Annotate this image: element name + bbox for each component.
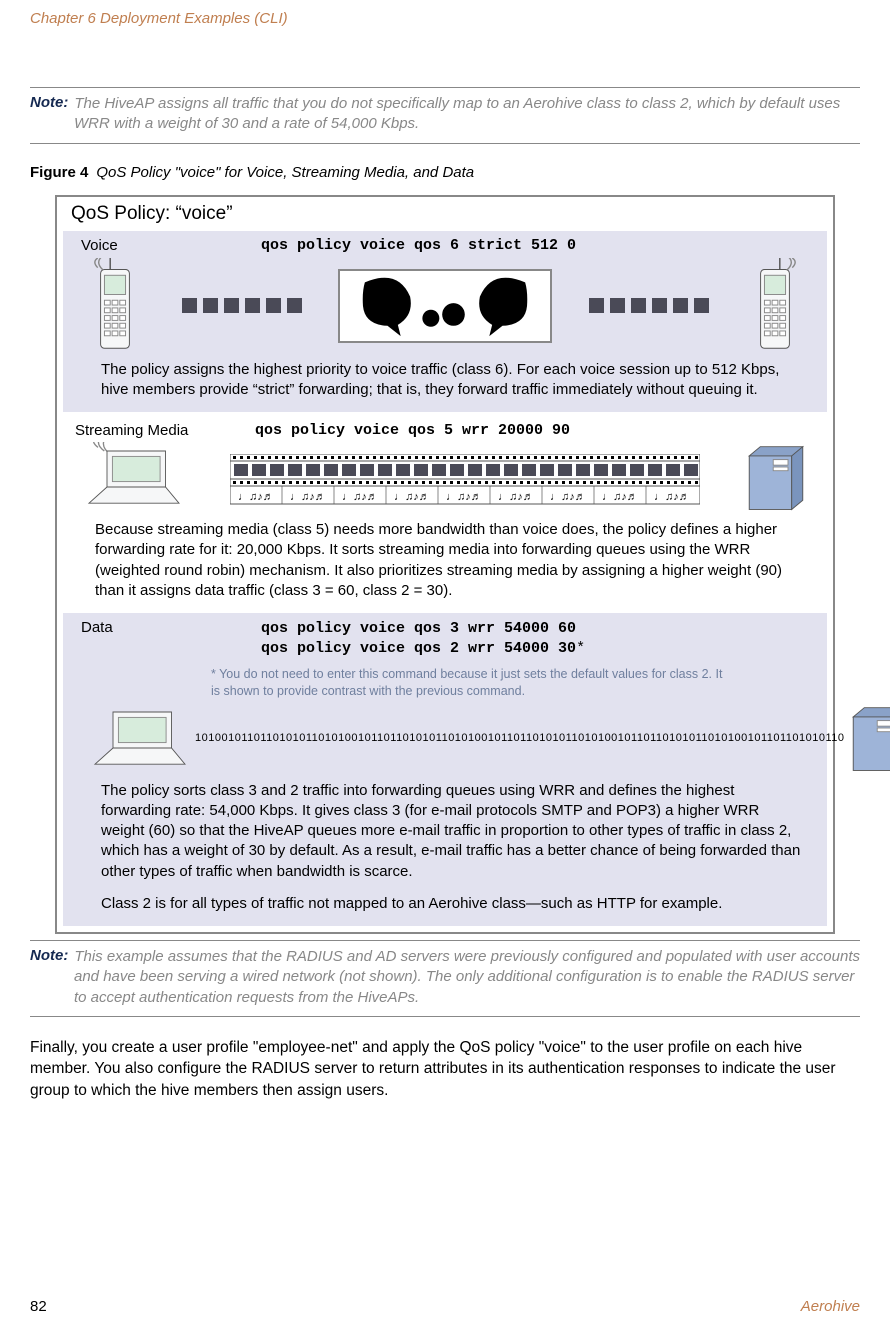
cellphone-icon: [85, 258, 145, 354]
voice-graphic-row: [81, 258, 809, 354]
svg-text:♩♫♪♬: ♩♫♪♬: [498, 491, 534, 503]
data-body-1: The policy sorts class 3 and 2 traffic i…: [81, 779, 809, 882]
laptop-icon-2: [85, 705, 195, 775]
svg-text:♩♫♪♬: ♩♫♪♬: [446, 491, 482, 503]
voice-header: Voice qos policy voice qos 6 strict 512 …: [81, 237, 809, 254]
streaming-graphic-row: ♩♫♪♬ ♩♫♪♬ ♩♫♪♬ ♩♫♪♬ ♩♫♪♬ ♩♫♪♬ ♩♫♪♬ ♩♫♪♬ ♩♫♪♬: [75, 444, 815, 514]
film-strip-icon: ♩♫♪♬ ♩♫♪♬ ♩♫♪♬ ♩♫♪♬ ♩♫♪♬ ♩♫♪♬ ♩♫♪♬ ♩♫♪♬ ♩♫♪♬: [230, 454, 700, 504]
figure-box: QoS Policy: “voice” Voice qos policy voi…: [55, 195, 835, 935]
talking-heads-icon: [338, 269, 552, 343]
binary-stream: 1010010110110101011010100101101101010110…: [195, 728, 845, 752]
chapter-header: Chapter 6 Deployment Examples (CLI): [30, 10, 860, 27]
data-command-1: qos policy voice qos 3 wrr 54000 60: [261, 619, 809, 639]
streaming-header: Streaming Media qos policy voice qos 5 w…: [75, 422, 815, 440]
figure-caption: Figure 4 QoS Policy "voice" for Voice, St…: [30, 164, 860, 181]
laptop-icon: [79, 444, 189, 514]
svg-text:♩♫♪♬: ♩♫♪♬: [550, 491, 586, 503]
asterisk: *: [576, 640, 585, 657]
voice-label: Voice: [81, 237, 261, 254]
note-box-1: Note: The HiveAP assigns all traffic tha…: [30, 87, 860, 144]
traffic-dashes-right: [589, 298, 709, 313]
page-footer: 82 Aerohive: [30, 1298, 860, 1315]
data-body-2: Class 2 is for all types of traffic not …: [81, 892, 809, 914]
section-voice: Voice qos policy voice qos 6 strict 512 …: [63, 231, 827, 413]
data-graphic-row: 1010010110110101011010100101101101010110…: [81, 705, 809, 775]
footer-brand: Aerohive: [801, 1298, 860, 1315]
data-label: Data: [81, 619, 261, 636]
section-data: Data qos policy voice qos 3 wrr 54000 60…: [63, 613, 827, 926]
note-label: Note:: [30, 94, 68, 111]
note-box-2: Note: This example assumes that the RADI…: [30, 940, 860, 1017]
section-streaming: Streaming Media qos policy voice qos 5 w…: [57, 416, 833, 613]
traffic-dashes-left: [182, 298, 302, 313]
closing-paragraph: Finally, you create a user profile "empl…: [30, 1037, 860, 1102]
voice-body: The policy assigns the highest priority …: [81, 358, 809, 401]
data-footnote: * You do not need to enter this command …: [211, 666, 731, 701]
svg-text:♩♫♪♬: ♩♫♪♬: [238, 491, 274, 503]
note-text-2: This example assumes that the RADIUS and…: [74, 947, 860, 1008]
server-icon-2: [845, 705, 890, 775]
cellphone-icon-right: [745, 258, 805, 354]
figure-number: Figure 4: [30, 164, 88, 181]
data-header: Data qos policy voice qos 3 wrr 54000 60…: [81, 619, 809, 660]
qos-policy-title: QoS Policy: “voice”: [57, 197, 833, 231]
streaming-label: Streaming Media: [75, 422, 255, 440]
page-number: 82: [30, 1298, 47, 1315]
svg-text:♩♫♪♬: ♩♫♪♬: [342, 491, 378, 503]
data-command-2: qos policy voice qos 2 wrr 54000 30*: [261, 639, 809, 659]
streaming-body: Because streaming media (class 5) needs …: [75, 518, 815, 601]
svg-text:♩♫♪♬: ♩♫♪♬: [394, 491, 430, 503]
figure-title: QoS Policy "voice" for Voice, Streaming …: [96, 164, 474, 181]
note-label-2: Note:: [30, 947, 68, 964]
streaming-command: qos policy voice qos 5 wrr 20000 90: [255, 422, 570, 439]
svg-text:♩♫♪♬: ♩♫♪♬: [290, 491, 326, 503]
voice-command: qos policy voice qos 6 strict 512 0: [261, 237, 576, 254]
note-text: The HiveAP assigns all traffic that you …: [74, 94, 860, 135]
svg-text:♩♫♪♬: ♩♫♪♬: [602, 491, 638, 503]
data-commands: qos policy voice qos 3 wrr 54000 60 qos …: [261, 619, 809, 660]
svg-text:♩♫♪♬: ♩♫♪♬: [654, 491, 690, 503]
server-icon: [741, 444, 811, 514]
